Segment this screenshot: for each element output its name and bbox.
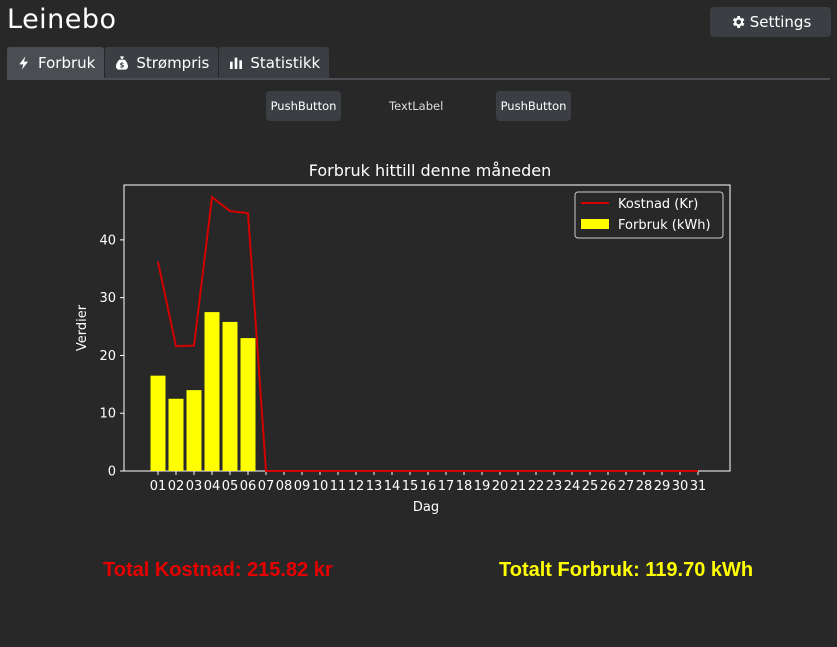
tab-forbruk-label: Forbruk <box>38 53 96 72</box>
x-tick-label: 02 <box>168 479 185 494</box>
lightning-icon <box>19 55 28 70</box>
tab-forbruk[interactable]: Forbruk <box>7 47 105 78</box>
y-axis-label: Verdier <box>75 304 90 351</box>
chart-bar <box>186 390 202 471</box>
text-label: TextLabel <box>389 99 444 113</box>
x-tick-label: 07 <box>258 479 275 494</box>
x-tick-label: 09 <box>294 479 311 494</box>
chart-bar <box>204 312 220 471</box>
x-tick-label: 16 <box>420 479 437 494</box>
left-push-button[interactable]: PushButton <box>266 91 341 121</box>
chart-bar <box>222 321 238 471</box>
x-tick-label: 15 <box>402 479 419 494</box>
x-tick-label: 04 <box>204 479 221 494</box>
x-tick-label: 01 <box>150 479 167 494</box>
x-tick-label: 18 <box>456 479 473 494</box>
x-tick-label: 24 <box>564 479 581 494</box>
gear-icon <box>732 16 745 28</box>
x-tick-label: 30 <box>672 479 689 494</box>
tab-statistikk[interactable]: Statistikk <box>219 47 330 78</box>
x-tick-label: 03 <box>186 479 203 494</box>
y-tick-label: 30 <box>99 291 116 306</box>
chart-bar <box>240 338 256 471</box>
legend-cost-label: Kostnad (Kr) <box>618 197 698 212</box>
legend-usage-label: Forbruk (kWh) <box>618 218 711 233</box>
x-tick-label: 27 <box>618 479 635 494</box>
x-tick-label: 25 <box>582 479 599 494</box>
x-tick-label: 14 <box>384 479 401 494</box>
x-tick-label: 10 <box>312 479 329 494</box>
chart-bar <box>150 375 166 471</box>
consumption-chart: Forbruk hittill denne måneden010203040Ve… <box>75 161 731 515</box>
x-tick-label: 28 <box>636 479 653 494</box>
x-tick-label: 11 <box>330 479 347 494</box>
x-tick-label: 20 <box>492 479 509 494</box>
chart-bar <box>168 398 184 471</box>
total-cost-label: Total Kostnad: 215.82 kr <box>103 559 333 581</box>
money-bag-icon: $ <box>116 55 129 70</box>
x-tick-label: 17 <box>438 479 455 494</box>
right-push-button[interactable]: PushButton <box>496 91 571 121</box>
y-tick-label: 0 <box>108 465 116 480</box>
tab-bar: Forbruk $ Strømpris Statistikk <box>7 47 330 78</box>
bar-chart-icon <box>230 57 243 69</box>
x-tick-label: 13 <box>366 479 383 494</box>
x-tick-label: 06 <box>240 479 257 494</box>
tab-statistikk-label: Statistikk <box>250 53 321 72</box>
legend-bar-swatch <box>581 219 609 229</box>
settings-label: Settings <box>749 13 812 31</box>
chart-title: Forbruk hittill denne måneden <box>309 161 552 180</box>
x-tick-label: 23 <box>546 479 563 494</box>
svg-text:$: $ <box>120 61 125 69</box>
x-tick-label: 08 <box>276 479 293 494</box>
x-tick-label: 05 <box>222 479 239 494</box>
x-tick-label: 29 <box>654 479 671 494</box>
x-tick-label: 22 <box>528 479 545 494</box>
y-tick-label: 40 <box>99 233 116 248</box>
total-usage-label: Totalt Forbruk: 119.70 kWh <box>499 559 754 581</box>
tab-strompris-label: Strømpris <box>136 53 210 72</box>
y-tick-label: 20 <box>99 349 116 364</box>
app-logo: Leinebo <box>7 4 117 35</box>
tab-strompris[interactable]: $ Strømpris <box>105 47 219 78</box>
y-tick-label: 10 <box>99 407 116 422</box>
x-tick-label: 26 <box>600 479 617 494</box>
x-tick-label: 31 <box>690 479 707 494</box>
tab-divider <box>7 78 830 80</box>
x-tick-label: 21 <box>510 479 527 494</box>
x-axis-label: Dag <box>413 500 439 515</box>
x-tick-label: 12 <box>348 479 365 494</box>
x-tick-label: 19 <box>474 479 491 494</box>
settings-button[interactable]: Settings <box>710 7 831 37</box>
